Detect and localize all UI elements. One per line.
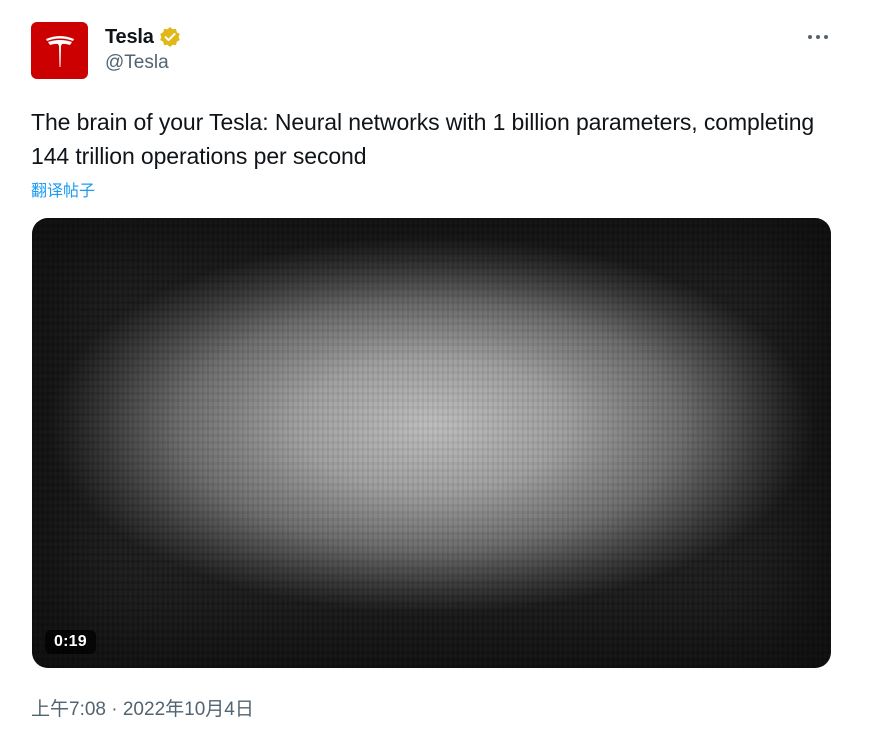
- translate-link[interactable]: 翻译帖子: [31, 177, 95, 201]
- author-info: Tesla @Tesla: [105, 24, 181, 74]
- avatar[interactable]: [31, 22, 88, 79]
- more-dot: [824, 35, 828, 39]
- more-dot: [808, 35, 812, 39]
- handle[interactable]: @Tesla: [105, 52, 181, 74]
- tweet-text: The brain of your Tesla: Neural networks…: [31, 109, 815, 169]
- tesla-logo-icon: [45, 35, 74, 67]
- more-dot: [816, 35, 820, 39]
- name-row: Tesla: [105, 24, 181, 50]
- display-name[interactable]: Tesla: [105, 26, 154, 49]
- tweet: Tesla @Tesla The brain of your Tesla: Ne…: [0, 0, 884, 741]
- video-vignette: [32, 218, 831, 668]
- verified-badge-icon[interactable]: [159, 26, 181, 48]
- more-options-icon[interactable]: [800, 24, 836, 50]
- video-duration-badge: 0:19: [45, 630, 96, 654]
- tweet-timestamp[interactable]: 上午7:08 · 2022年10月4日: [31, 694, 254, 721]
- video-player[interactable]: 0:19: [32, 218, 831, 668]
